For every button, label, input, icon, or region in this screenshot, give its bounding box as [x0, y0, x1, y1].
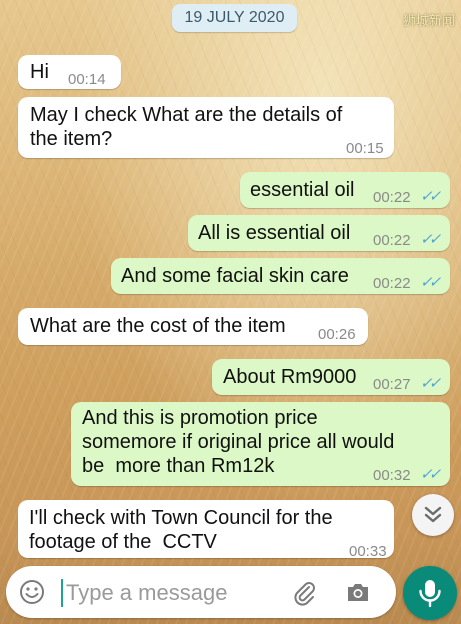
message-text: All is essential oil	[198, 222, 351, 244]
outgoing-message[interactable]: About Rm9000 00:27 ✓✓	[212, 359, 450, 395]
message-time: 00:33	[349, 543, 387, 560]
message-time: 00:22	[373, 189, 411, 206]
attach-button[interactable]	[290, 578, 318, 606]
watermark-text: 狮城新闻	[402, 13, 455, 28]
emoji-icon	[20, 580, 44, 604]
date-divider: 19 JULY 2020	[172, 4, 297, 32]
chat-screen: 19 JULY 2020 狮城新闻 Hi 00:14 May I check W…	[0, 0, 461, 624]
microphone-icon	[419, 580, 441, 608]
camera-icon	[348, 584, 368, 601]
outgoing-message[interactable]: essential oil 00:22 ✓✓	[240, 172, 450, 208]
incoming-message[interactable]: What are the cost of the item 00:26	[18, 308, 368, 345]
outgoing-message[interactable]: All is essential oil 00:22 ✓✓	[188, 215, 450, 251]
outgoing-message[interactable]: And some facial skin care 00:22 ✓✓	[111, 258, 450, 294]
message-time: 00:22	[373, 232, 411, 249]
read-receipt-icon: ✓✓	[420, 466, 441, 483]
message-text: essential oil	[250, 179, 355, 201]
incoming-message[interactable]: I'll check with Town Council for the foo…	[18, 500, 394, 560]
double-chevron-down-icon	[424, 506, 442, 523]
message-text: What are the cost of the item	[30, 315, 286, 337]
message-text: I'll check with Town Council for the foo…	[29, 507, 333, 553]
message-time: 00:15	[346, 140, 384, 157]
incoming-message[interactable]: May I check What are the details of the …	[18, 97, 394, 158]
incoming-message[interactable]: Hi 00:14	[18, 55, 121, 89]
message-time: 00:27	[373, 376, 411, 393]
message-time: 00:14	[68, 71, 106, 88]
message-text: Hi	[30, 61, 49, 83]
scroll-to-bottom-button[interactable]	[412, 494, 454, 536]
message-text: About Rm9000	[223, 366, 357, 388]
read-receipt-icon: ✓✓	[420, 375, 441, 392]
message-composer	[6, 566, 396, 618]
outgoing-message[interactable]: And this is promotion price somemore if …	[71, 402, 450, 486]
paperclip-icon	[294, 582, 315, 606]
emoji-button[interactable]	[18, 578, 46, 606]
text-cursor	[61, 579, 63, 607]
voice-record-button[interactable]	[403, 566, 457, 620]
message-text: And some facial skin care	[121, 265, 349, 287]
read-receipt-icon: ✓✓	[420, 188, 441, 205]
read-receipt-icon: ✓✓	[420, 231, 441, 248]
message-time: 00:26	[318, 326, 356, 343]
message-time: 00:22	[373, 275, 411, 292]
message-input[interactable]	[64, 576, 278, 610]
message-text: And this is promotion price somemore if …	[82, 407, 395, 477]
message-time: 00:32	[373, 467, 411, 484]
read-receipt-icon: ✓✓	[420, 274, 441, 291]
camera-button[interactable]	[344, 578, 372, 606]
message-text: May I check What are the details of the …	[30, 104, 343, 150]
